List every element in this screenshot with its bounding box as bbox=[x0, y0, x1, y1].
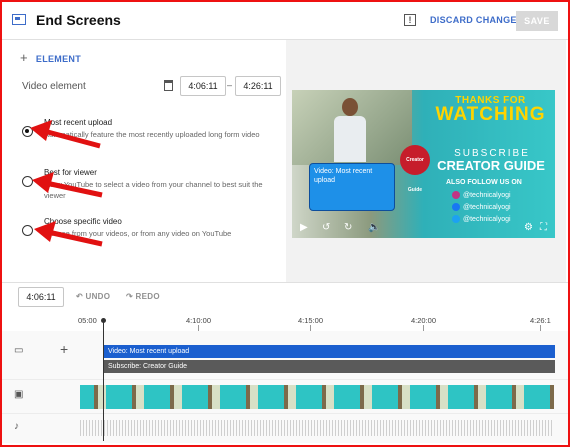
playhead-line[interactable] bbox=[103, 320, 104, 441]
redo-icon: ↷ bbox=[126, 292, 136, 301]
feedback-icon[interactable]: ! bbox=[404, 14, 416, 26]
undo-icon: ↶ bbox=[76, 292, 86, 301]
playhead-handle[interactable] bbox=[101, 318, 106, 323]
undo-button[interactable]: ↶ UNDO bbox=[76, 292, 110, 301]
ruler-tick-label: 05:00 bbox=[78, 316, 97, 325]
current-time-input[interactable]: 4:06:11 bbox=[18, 287, 64, 307]
annotation-arrow bbox=[32, 172, 103, 198]
video-frame-image bbox=[292, 90, 412, 165]
save-button[interactable]: SAVE bbox=[516, 11, 558, 31]
volume-icon[interactable]: 🔈 bbox=[368, 222, 380, 233]
follow-text: ALSO FOLLOW US ON bbox=[446, 179, 522, 186]
social-facebook: @technicalyogi bbox=[452, 203, 511, 211]
preview-panel: Creator Guide THANKS FOR WATCHING SUBSCR… bbox=[286, 40, 566, 282]
social-instagram: @technicalyogi bbox=[452, 191, 511, 199]
redo-button[interactable]: ↷ REDO bbox=[126, 292, 160, 301]
annotation-arrow bbox=[30, 120, 101, 149]
timeline-tracks: ▭ + Video: Most recent upload Subscribe:… bbox=[2, 331, 568, 443]
undo-label: UNDO bbox=[85, 292, 111, 301]
audio-waveform bbox=[80, 420, 554, 436]
ruler-tick-label: 4:15:00 bbox=[298, 316, 324, 325]
rewind-10-icon[interactable]: ↺ bbox=[322, 222, 330, 233]
end-screen-video-element[interactable]: Video: Most recent upload bbox=[309, 163, 395, 211]
social-handle: @technicalyogi bbox=[463, 203, 511, 211]
channel-logo: Creator Guide bbox=[400, 145, 430, 193]
play-icon[interactable]: ▶ bbox=[300, 222, 308, 233]
watching-text: WATCHING bbox=[435, 104, 546, 125]
video-element-bar[interactable]: Video: Most recent upload bbox=[103, 345, 555, 358]
settings-icon[interactable]: ⚙ bbox=[524, 222, 533, 233]
timeline-toolbar: 4:06:11 ↶ UNDO ↷ REDO bbox=[2, 283, 568, 311]
ruler-tick-label: 4:26:1 bbox=[530, 316, 551, 325]
video-filmstrip[interactable] bbox=[80, 385, 554, 409]
end-screen-icon bbox=[12, 14, 26, 25]
music-note-icon: ♪ bbox=[14, 421, 19, 432]
add-element-plus-icon[interactable]: + bbox=[60, 341, 68, 357]
video-camera-icon: ▣ bbox=[14, 389, 24, 400]
presenter-figure bbox=[330, 96, 370, 162]
end-screen-track-icon: ▭ bbox=[14, 345, 24, 356]
video-preview[interactable]: Creator Guide THANKS FOR WATCHING SUBSCR… bbox=[292, 90, 555, 238]
page-title: End Screens bbox=[36, 12, 121, 28]
facebook-icon bbox=[452, 203, 460, 211]
top-bar: End Screens ! DISCARD CHANGES SAVE bbox=[2, 2, 568, 40]
element-editor-panel: + ELEMENT Video element 4:06:11 – 4:26:11… bbox=[2, 40, 284, 282]
instagram-icon bbox=[452, 191, 460, 199]
timeline-ruler[interactable]: 05:00 4:10:00 4:15:00 4:20:00 4:26:1 bbox=[78, 311, 566, 332]
annotation-arrows bbox=[30, 120, 103, 247]
subscribe-element-bar[interactable]: Subscribe: Creator Guide bbox=[103, 360, 555, 373]
fullscreen-icon[interactable]: ⛶ bbox=[540, 222, 547, 233]
discard-changes-button[interactable]: DISCARD CHANGES bbox=[430, 15, 523, 25]
ruler-tick-label: 4:20:00 bbox=[411, 316, 437, 325]
player-controls: ▶ ↺ ↻ 🔈 ⚙ ⛶ bbox=[292, 218, 555, 238]
forward-10-icon[interactable]: ↻ bbox=[344, 222, 352, 233]
annotation-arrow bbox=[34, 221, 103, 247]
creator-guide-text: CREATOR GUIDE bbox=[437, 158, 545, 173]
social-handle: @technicalyogi bbox=[463, 191, 511, 199]
ruler-tick-label: 4:10:00 bbox=[186, 316, 212, 325]
redo-label: REDO bbox=[135, 292, 160, 301]
